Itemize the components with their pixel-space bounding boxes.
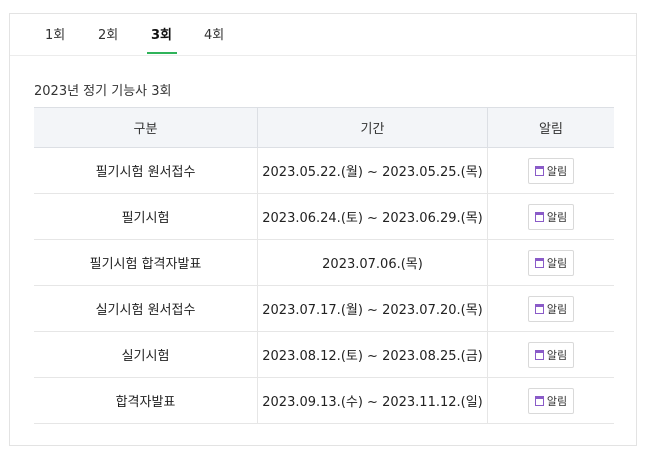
- calendar-icon: [534, 303, 544, 314]
- row-division: 실기시험: [34, 331, 258, 378]
- row-alarm-cell: 알림: [487, 285, 614, 332]
- alarm-button[interactable]: 알림: [527, 387, 575, 414]
- schedule-card: 1회 2회 3회 4회 2023년 정기 기능사 3회 구분 기간 알림 필기시…: [9, 13, 637, 446]
- row-period: 2023.05.22.(월) ~ 2023.05.25.(목): [257, 147, 488, 194]
- alarm-label: 알림: [546, 210, 568, 224]
- row-alarm-cell: 알림: [487, 239, 614, 286]
- alarm-button[interactable]: 알림: [527, 203, 575, 230]
- row-division: 필기시험 원서접수: [34, 147, 258, 194]
- alarm-label: 알림: [546, 348, 568, 362]
- round-tabs: 1회 2회 3회 4회: [10, 14, 636, 56]
- alarm-label: 알림: [546, 394, 568, 408]
- calendar-icon: [534, 349, 544, 360]
- row-period: 2023.08.12.(토) ~ 2023.08.25.(금): [257, 331, 488, 378]
- row-alarm-cell: 알림: [487, 331, 614, 378]
- tab-round-1[interactable]: 1회: [45, 28, 65, 44]
- alarm-button[interactable]: 알림: [527, 341, 575, 368]
- table-row: 실기시험 2023.08.12.(토) ~ 2023.08.25.(금) 알림: [34, 331, 614, 378]
- section-title: 2023년 정기 기능사 3회: [34, 84, 172, 99]
- tab-round-4[interactable]: 4회: [204, 28, 224, 44]
- calendar-icon: [534, 165, 544, 176]
- row-alarm-cell: 알림: [487, 147, 614, 194]
- row-division: 실기시험 원서접수: [34, 285, 258, 332]
- table-header-row: 구분 기간 알림: [34, 107, 614, 148]
- header-period: 기간: [257, 107, 488, 148]
- tab-round-3[interactable]: 3회: [151, 28, 172, 44]
- tab-round-2[interactable]: 2회: [98, 28, 118, 44]
- alarm-button[interactable]: 알림: [527, 295, 575, 322]
- schedule-table: 구분 기간 알림 필기시험 원서접수 2023.05.22.(월) ~ 2023…: [34, 107, 614, 424]
- table-row: 필기시험 원서접수 2023.05.22.(월) ~ 2023.05.25.(목…: [34, 147, 614, 194]
- header-alarm: 알림: [487, 107, 614, 148]
- row-division: 필기시험: [34, 193, 258, 240]
- calendar-icon: [534, 395, 544, 406]
- alarm-label: 알림: [546, 164, 568, 178]
- active-tab-indicator: [147, 52, 177, 54]
- row-period: 2023.09.13.(수) ~ 2023.11.12.(일): [257, 377, 488, 424]
- row-division: 필기시험 합격자발표: [34, 239, 258, 286]
- row-alarm-cell: 알림: [487, 193, 614, 240]
- alarm-label: 알림: [546, 256, 568, 270]
- table-row: 실기시험 원서접수 2023.07.17.(월) ~ 2023.07.20.(목…: [34, 285, 614, 332]
- row-division: 합격자발표: [34, 377, 258, 424]
- row-period: 2023.06.24.(토) ~ 2023.06.29.(목): [257, 193, 488, 240]
- table-row: 합격자발표 2023.09.13.(수) ~ 2023.11.12.(일) 알림: [34, 377, 614, 424]
- row-alarm-cell: 알림: [487, 377, 614, 424]
- row-period: 2023.07.06.(목): [257, 239, 488, 286]
- table-row: 필기시험 합격자발표 2023.07.06.(목) 알림: [34, 239, 614, 286]
- header-division: 구분: [34, 107, 258, 148]
- row-period: 2023.07.17.(월) ~ 2023.07.20.(목): [257, 285, 488, 332]
- table-row: 필기시험 2023.06.24.(토) ~ 2023.06.29.(목) 알림: [34, 193, 614, 240]
- alarm-label: 알림: [546, 302, 568, 316]
- alarm-button[interactable]: 알림: [527, 157, 575, 184]
- alarm-button[interactable]: 알림: [527, 249, 575, 276]
- calendar-icon: [534, 211, 544, 222]
- calendar-icon: [534, 257, 544, 268]
